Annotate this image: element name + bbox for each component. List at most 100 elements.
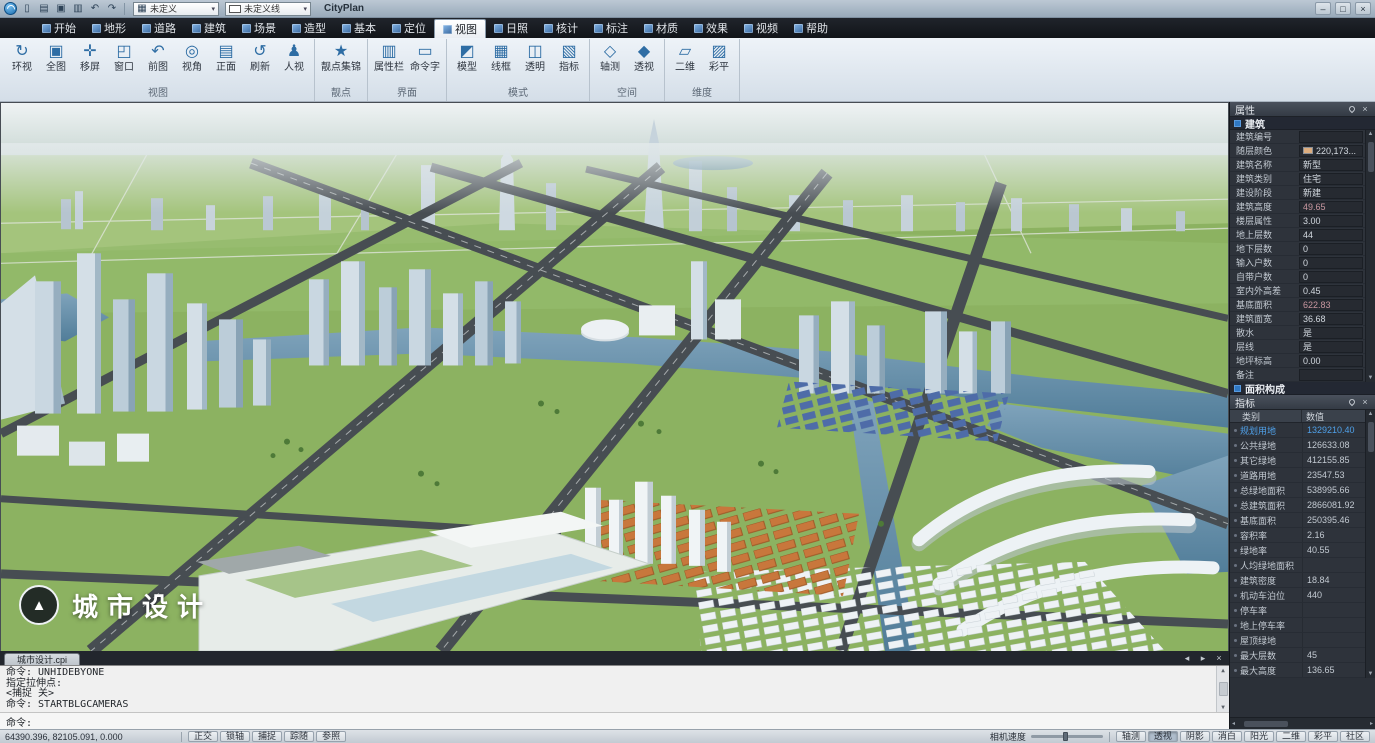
property-value[interactable]: 0	[1299, 243, 1363, 255]
scrollbar-thumb[interactable]	[1368, 422, 1374, 452]
status-toggle[interactable]: 踪随	[284, 731, 314, 742]
menu-tab[interactable]: 效果	[686, 18, 736, 38]
ribbon-button[interactable]: ▥ 属性栏	[371, 40, 407, 75]
ribbon-button[interactable]: ✛ 移屏	[73, 40, 107, 75]
view-toggle[interactable]: 阳光	[1244, 731, 1274, 742]
property-value[interactable]	[1299, 369, 1363, 381]
indicator-row[interactable]: 屋顶绿地	[1230, 633, 1365, 648]
menu-tab[interactable]: 场景	[234, 18, 284, 38]
panel-close-icon[interactable]: ×	[1360, 397, 1370, 407]
ribbon-button[interactable]: ◇ 轴测	[593, 40, 627, 75]
ribbon-button[interactable]: ▱ 二维	[668, 40, 702, 75]
property-row[interactable]: 建设阶段 新建	[1230, 186, 1365, 200]
property-row[interactable]: 建筑名称 新型	[1230, 158, 1365, 172]
property-value[interactable]: 0.45	[1299, 285, 1363, 297]
layer-select[interactable]: ▦ 未定义 ▾	[133, 2, 219, 16]
ribbon-button[interactable]: ▭ 命令字	[407, 40, 443, 75]
indicator-row[interactable]: 人均绿地面积	[1230, 558, 1365, 573]
property-row[interactable]: 地下层数 0	[1230, 242, 1365, 256]
property-value[interactable]: 36.68	[1299, 313, 1363, 325]
property-value[interactable]: 0.00	[1299, 355, 1363, 367]
menu-tab[interactable]: 道路	[134, 18, 184, 38]
indicator-row[interactable]: 绿地率 40.55	[1230, 543, 1365, 558]
menu-tab[interactable]: 日照	[486, 18, 536, 38]
indicator-row[interactable]: 道路用地 23547.53	[1230, 468, 1365, 483]
property-value[interactable]: 44	[1299, 229, 1363, 241]
status-toggle[interactable]: 正交	[188, 731, 218, 742]
ribbon-button[interactable]: ◎ 视角	[175, 40, 209, 75]
app-logo-icon[interactable]	[4, 2, 17, 15]
scroll-down-icon[interactable]: ▼	[1368, 375, 1374, 381]
property-value[interactable]: 3.00	[1299, 215, 1363, 227]
command-scrollbar[interactable]: ▲ ▼	[1216, 666, 1229, 712]
indicator-row[interactable]: 规划用地 1329210.40	[1230, 423, 1365, 438]
property-row[interactable]: 地坪标高 0.00	[1230, 354, 1365, 368]
linetype-select[interactable]: 未定义线 ▾	[225, 2, 311, 16]
property-value[interactable]: 是	[1299, 327, 1363, 339]
status-toggle[interactable]: 参照	[316, 731, 346, 742]
pin-icon[interactable]	[1348, 105, 1356, 113]
command-history[interactable]: 命令: UNHIDEBYONE 指定拉伸点: <捕捉 关> 命令: STARTB…	[0, 665, 1229, 712]
menu-tab[interactable]: 建筑	[184, 18, 234, 38]
scroll-left-icon[interactable]: ◂	[1232, 720, 1235, 727]
close-button[interactable]: ×	[1355, 2, 1371, 15]
tab-scroll-right-icon[interactable]: ▸	[1197, 652, 1209, 665]
property-row[interactable]: 自带户数 0	[1230, 270, 1365, 284]
property-value[interactable]: 新型	[1299, 159, 1363, 171]
ribbon-button[interactable]: ▧ 指标	[552, 40, 586, 75]
menu-tab[interactable]: 定位	[384, 18, 434, 38]
viewport-tab[interactable]: 城市设计.cpi	[4, 653, 80, 665]
menu-tab[interactable]: 地形	[84, 18, 134, 38]
menu-tab[interactable]: 开始	[34, 18, 84, 38]
status-toggle[interactable]: 锁轴	[220, 731, 250, 742]
ribbon-button[interactable]: ↺ 刷新	[243, 40, 277, 75]
open-file-icon[interactable]: ▤	[37, 3, 51, 14]
view-toggle[interactable]: 二维	[1276, 731, 1306, 742]
property-row[interactable]: 散水 是	[1230, 326, 1365, 340]
property-value[interactable]: 0	[1299, 271, 1363, 283]
indicator-row[interactable]: 公共绿地 126633.08	[1230, 438, 1365, 453]
scroll-right-icon[interactable]: ▸	[1370, 720, 1373, 727]
ribbon-button[interactable]: ◫ 透明	[518, 40, 552, 75]
menu-tab[interactable]: 材质	[636, 18, 686, 38]
property-value[interactable]	[1299, 131, 1363, 143]
scroll-up-icon[interactable]: ▲	[1221, 667, 1225, 674]
ribbon-button[interactable]: ▤ 正面	[209, 40, 243, 75]
view-toggle[interactable]: 彩平	[1308, 731, 1338, 742]
ribbon-button[interactable]: ↻ 环视	[5, 40, 39, 75]
scroll-down-icon[interactable]: ▼	[1221, 704, 1225, 711]
property-row[interactable]: 楼层属性 3.00	[1230, 214, 1365, 228]
section-header-building[interactable]: 建筑	[1230, 117, 1375, 130]
properties-scrollbar[interactable]: ▲ ▼	[1365, 130, 1375, 382]
indicator-row[interactable]: 容积率 2.16	[1230, 528, 1365, 543]
ribbon-button[interactable]: ◰ 窗口	[107, 40, 141, 75]
menu-tab[interactable]: 造型	[284, 18, 334, 38]
property-value[interactable]: 住宅	[1299, 173, 1363, 185]
property-value[interactable]: 49.65	[1299, 201, 1363, 213]
viewport-3d[interactable]: ▲ 城市设计	[0, 102, 1229, 651]
view-toggle[interactable]: 社区	[1340, 731, 1370, 742]
scroll-down-icon[interactable]: ▼	[1368, 671, 1374, 677]
property-value[interactable]: 新建	[1299, 187, 1363, 199]
indicator-row[interactable]: 其它绿地 412155.85	[1230, 453, 1365, 468]
command-input-row[interactable]: 命令:	[0, 712, 1229, 729]
indicator-row[interactable]: 基底面积 250395.46	[1230, 513, 1365, 528]
ribbon-button[interactable]: ◆ 透视	[627, 40, 661, 75]
print-icon[interactable]: ▥	[71, 3, 85, 14]
view-toggle[interactable]: 消白	[1212, 731, 1242, 742]
menu-tab[interactable]: 帮助	[786, 18, 836, 38]
indicator-row[interactable]: 总绿地面积 538995.66	[1230, 483, 1365, 498]
ribbon-button[interactable]: ▦ 线框	[484, 40, 518, 75]
property-row[interactable]: 输入户数 0	[1230, 256, 1365, 270]
ribbon-button[interactable]: ▣ 全图	[39, 40, 73, 75]
indicator-row[interactable]: 停车率	[1230, 603, 1365, 618]
scrollbar-thumb[interactable]	[1368, 142, 1374, 172]
indicator-row[interactable]: 最大层数 45	[1230, 648, 1365, 663]
indicator-row[interactable]: 建筑密度 18.84	[1230, 573, 1365, 588]
maximize-button[interactable]: □	[1335, 2, 1351, 15]
menu-tab[interactable]: 视频	[736, 18, 786, 38]
view-toggle[interactable]: 轴测	[1116, 731, 1146, 742]
tab-close-icon[interactable]: ×	[1213, 652, 1225, 665]
menu-tab[interactable]: 基本	[334, 18, 384, 38]
scrollbar-thumb[interactable]	[1244, 721, 1288, 727]
